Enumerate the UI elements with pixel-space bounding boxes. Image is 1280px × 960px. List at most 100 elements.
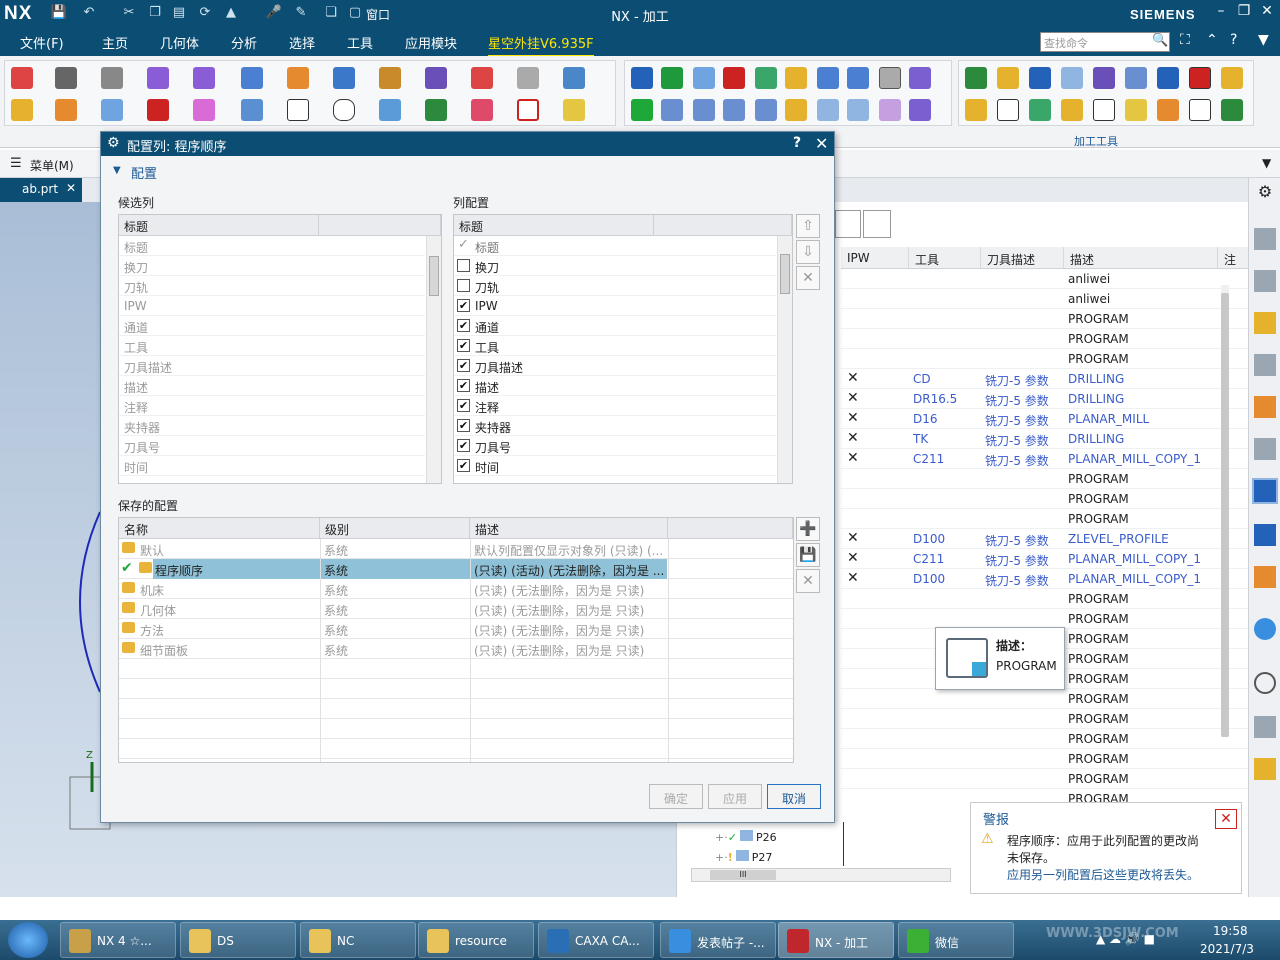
tag-icon[interactable] bbox=[55, 99, 77, 121]
feed-icon[interactable] bbox=[785, 99, 807, 121]
column-vscroll[interactable] bbox=[777, 236, 792, 483]
candidate-item[interactable]: 夹持器 bbox=[119, 416, 425, 436]
tools-icon[interactable] bbox=[1254, 716, 1276, 738]
col-header-tool[interactable]: 工具 bbox=[909, 247, 981, 269]
section-collapse-icon[interactable]: ▼ bbox=[113, 165, 121, 176]
polygon-icon[interactable] bbox=[333, 99, 355, 121]
taskbar-item[interactable]: NC bbox=[300, 922, 416, 958]
simulate-icon[interactable] bbox=[847, 67, 869, 89]
view-icon[interactable] bbox=[1061, 99, 1083, 121]
resource-settings-icon[interactable]: ⚙ bbox=[1254, 182, 1276, 204]
settings-icon[interactable] bbox=[879, 67, 901, 89]
table-row[interactable]: PROGRAM bbox=[841, 489, 1249, 509]
menu-hamburger-icon[interactable]: ☰ bbox=[10, 156, 22, 171]
restore-button[interactable]: ❐ bbox=[1233, 3, 1255, 23]
taskbar-item[interactable]: NX - 加工 bbox=[778, 922, 894, 958]
column-item[interactable]: ✔ 夹持器 bbox=[454, 416, 776, 436]
table-row[interactable]: anliwei bbox=[841, 289, 1249, 309]
candidate-item[interactable]: 时间 bbox=[119, 456, 425, 476]
saved-config-row[interactable]: 方法 系统 (只读) (无法删除，因为是 只读) bbox=[119, 619, 793, 639]
arrow-down-icon[interactable] bbox=[1093, 67, 1115, 89]
role-icon[interactable] bbox=[1254, 758, 1276, 780]
taskbar-item[interactable]: 微信 bbox=[898, 922, 1014, 958]
table-icon[interactable] bbox=[817, 99, 839, 121]
table-row[interactable]: ✕ TK 铣刀-5 参数 DRILLING bbox=[841, 429, 1249, 449]
table-row[interactable]: ✕ D100 铣刀-5 参数 PLANAR_MILL_COPY_1 bbox=[841, 569, 1249, 589]
taskbar-item[interactable]: DS bbox=[180, 922, 296, 958]
navigator-vscroll-thumb[interactable] bbox=[1221, 293, 1229, 737]
candidate-columns-list[interactable]: 标题 标题 换刀 刀轨 IPW 通道 工具 刀具描述 描述 注释 夹持器 刀具号 时间 bbox=[118, 214, 442, 484]
dialog-help-button[interactable]: ? bbox=[793, 135, 801, 151]
main-menu-button[interactable]: 菜单(M) bbox=[30, 157, 74, 174]
text-icon[interactable] bbox=[563, 99, 585, 121]
remove-column-button[interactable]: ✕ bbox=[796, 266, 820, 290]
column-checkbox[interactable] bbox=[457, 279, 470, 292]
table-row[interactable]: PROGRAM bbox=[841, 609, 1249, 629]
point-icon[interactable] bbox=[471, 99, 493, 121]
col-header-notes[interactable]: 注 bbox=[1218, 247, 1249, 269]
generate-icon[interactable] bbox=[785, 67, 807, 89]
saved-config-row[interactable]: ✔ 程序顺序 系统 (只读) (活动) (无法删除，因为是 ... bbox=[119, 559, 793, 579]
table-row[interactable]: anliwei bbox=[841, 269, 1249, 289]
dialog-close-button[interactable]: ✕ bbox=[815, 134, 828, 153]
candidate-item[interactable]: 工具 bbox=[119, 336, 425, 356]
tool-path-icon[interactable] bbox=[661, 99, 683, 121]
new-config-button[interactable]: ➕ bbox=[796, 517, 820, 541]
menu-select[interactable]: 选择 bbox=[289, 33, 315, 52]
page-icon[interactable] bbox=[1189, 99, 1211, 121]
navigator-hscroll[interactable]: III bbox=[691, 868, 951, 882]
close-tab-icon[interactable]: ✕ bbox=[66, 181, 76, 195]
layer-icon[interactable] bbox=[101, 67, 123, 89]
delete-config-button[interactable]: ✕ bbox=[796, 569, 820, 593]
report-icon[interactable] bbox=[847, 99, 869, 121]
candidate-item[interactable]: 刀轨 bbox=[119, 276, 425, 296]
stack-icon[interactable] bbox=[101, 99, 123, 121]
move-icon[interactable] bbox=[379, 99, 401, 121]
table-row[interactable]: ✕ C211 铣刀-5 参数 PLANAR_MILL_COPY_1 bbox=[841, 549, 1249, 569]
move-down-button[interactable]: ⇩ bbox=[796, 240, 820, 264]
column-checkbox[interactable]: ✔ bbox=[457, 319, 470, 332]
create-program-icon[interactable] bbox=[631, 67, 653, 89]
section-title[interactable]: 配置 bbox=[131, 163, 157, 182]
plane-icon[interactable] bbox=[517, 67, 539, 89]
table-row[interactable]: PROGRAM bbox=[841, 689, 1249, 709]
candidate-item[interactable]: 标题 bbox=[119, 236, 425, 256]
revolve-icon[interactable] bbox=[471, 67, 493, 89]
cube-red-icon[interactable] bbox=[147, 99, 169, 121]
candidate-item[interactable]: 通道 bbox=[119, 316, 425, 336]
column-item[interactable]: 换刀 bbox=[454, 256, 776, 276]
candidate-item[interactable]: 刀具描述 bbox=[119, 356, 425, 376]
collapse-ribbon-icon[interactable]: ⌃ bbox=[1206, 32, 1218, 48]
save-config-button[interactable]: 💾 bbox=[796, 543, 820, 567]
candidate-item[interactable]: 注释 bbox=[119, 396, 425, 416]
output-icon[interactable] bbox=[909, 99, 931, 121]
transform-icon[interactable] bbox=[55, 67, 77, 89]
saved-header-desc[interactable]: 描述 bbox=[470, 518, 668, 539]
column-item[interactable]: ✔ IPW bbox=[454, 296, 776, 316]
rectangle-icon[interactable] bbox=[287, 99, 309, 121]
column-checkbox[interactable]: ✔ bbox=[457, 299, 470, 312]
saved-header-name[interactable]: 名称 bbox=[119, 518, 320, 539]
menu-application[interactable]: 应用模块 bbox=[405, 33, 457, 52]
close-window-button[interactable]: ✕ bbox=[1256, 3, 1278, 23]
help-icon[interactable]: ? bbox=[1230, 32, 1237, 48]
column-checkbox[interactable] bbox=[457, 259, 470, 272]
taskbar-item[interactable]: NX 4 ☆... bbox=[60, 922, 176, 958]
hd3d-icon[interactable] bbox=[1254, 396, 1276, 418]
column-config-list[interactable]: 标题 ✓ 标题 换刀 刀轨 ✔ IPW ✔ 通道 ✔ 工具 ✔ 刀具描述 ✔ 描述 ✔ 注释 ✔ 夹持器 ✔ 刀具号 ✔… bbox=[453, 214, 793, 484]
grid-icon[interactable] bbox=[879, 99, 901, 121]
export-icon[interactable] bbox=[1157, 99, 1179, 121]
candidate-item[interactable]: IPW bbox=[119, 296, 425, 316]
clamp-icon[interactable] bbox=[997, 67, 1019, 89]
shell-icon[interactable] bbox=[563, 67, 585, 89]
table-row[interactable]: PROGRAM bbox=[841, 709, 1249, 729]
pencil-icon[interactable] bbox=[1125, 99, 1147, 121]
tree-icon[interactable] bbox=[997, 99, 1019, 121]
table-row[interactable]: PROGRAM bbox=[841, 589, 1249, 609]
navigator-hscroll-thumb[interactable]: III bbox=[710, 870, 776, 880]
history-icon[interactable] bbox=[1254, 672, 1276, 694]
tree-node-p26[interactable]: +·✓ P26 bbox=[715, 830, 777, 844]
reuse-library-icon[interactable] bbox=[1254, 354, 1276, 376]
table-row[interactable]: PROGRAM bbox=[841, 349, 1249, 369]
part-navigator-icon[interactable] bbox=[1254, 312, 1276, 334]
